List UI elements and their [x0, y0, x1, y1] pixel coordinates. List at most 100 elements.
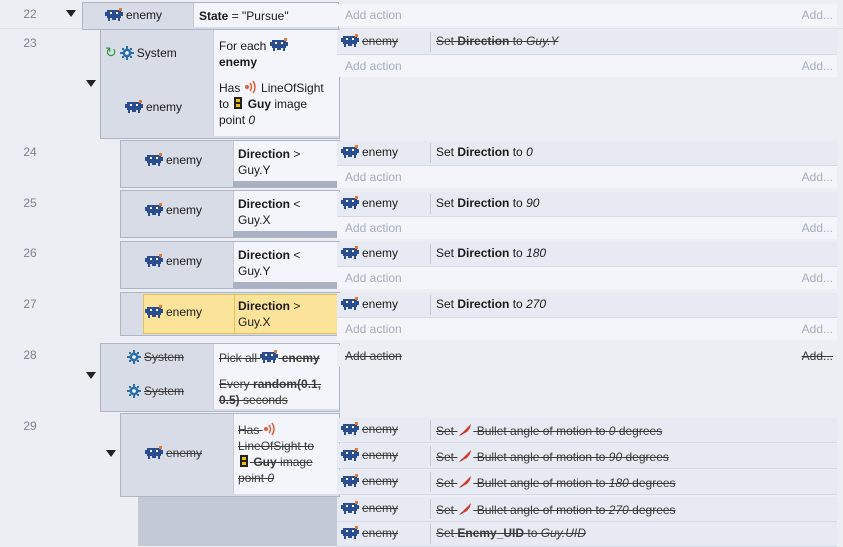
add-menu-link[interactable]: Add...: [802, 221, 833, 235]
event-22-conditions[interactable]: enemy State = "Pursue": [82, 2, 339, 30]
add-action-row[interactable]: Add action Add...: [337, 345, 837, 367]
action-row[interactable]: enemy Set Direction to 180: [337, 242, 837, 267]
object-name: enemy: [362, 246, 399, 260]
add-action-link[interactable]: Add action: [345, 349, 402, 363]
action-row[interactable]: enemy Set Direction to 90: [337, 192, 837, 217]
object-name: System: [136, 45, 177, 60]
action-row[interactable]: enemy Set Bullet angle of motion to 90 d…: [337, 444, 837, 469]
bullet-icon: [457, 501, 473, 517]
event-27-conditions[interactable]: enemy Direction > Guy.X: [120, 292, 340, 336]
add-action-row[interactable]: Add action Add...: [337, 267, 837, 289]
enemy-icon: [341, 297, 359, 311]
object-name: System: [144, 384, 185, 398]
add-action-row[interactable]: Add action Add...: [337, 4, 837, 26]
condition-text: State = "Pursue": [199, 9, 289, 23]
action-text: Set Direction to 90: [436, 196, 540, 210]
add-menu-link[interactable]: Add...: [802, 59, 833, 73]
enemy-icon: [145, 254, 163, 268]
line-of-sight-icon: [263, 422, 277, 436]
action-object: enemy: [341, 246, 398, 260]
system-condition: System: [127, 384, 184, 398]
add-menu-link[interactable]: Add...: [802, 170, 833, 184]
event-25-conditions[interactable]: enemy Direction < Guy.X: [120, 190, 340, 238]
guy-icon: [232, 96, 244, 110]
enemy-icon: [105, 8, 123, 22]
action-text: Set Bullet angle of motion to 180 degree…: [436, 476, 676, 490]
add-action-link[interactable]: Add action: [345, 8, 402, 22]
event-23-conditions[interactable]: ↻ System enemy For each enemy Has LineOf…: [100, 29, 340, 139]
action-row[interactable]: enemy Set Direction to 0: [337, 141, 837, 166]
loop-icon: ↻: [105, 44, 117, 60]
enemy-icon: [260, 350, 278, 364]
action-object: enemy: [341, 526, 398, 540]
add-menu-link[interactable]: Add...: [802, 271, 833, 285]
add-action-row[interactable]: Add action Add...: [337, 217, 837, 239]
collapse-arrow-icon[interactable]: [86, 80, 96, 87]
action-text: Set Direction to Guy.Y: [436, 34, 559, 48]
enemy-icon: [145, 153, 163, 167]
add-action-row[interactable]: Add action Add...: [337, 318, 837, 340]
system-condition: ↻ System: [105, 44, 177, 61]
add-action-link[interactable]: Add action: [345, 221, 402, 235]
add-menu-link[interactable]: Add...: [802, 322, 833, 336]
enemy-icon: [145, 446, 163, 460]
add-menu-link[interactable]: Add...: [802, 8, 833, 22]
add-action-link[interactable]: Add action: [345, 170, 402, 184]
action-row[interactable]: enemy Set Direction to Guy.Y: [337, 30, 837, 55]
gear-icon: [120, 46, 134, 60]
line-number: 28: [23, 348, 37, 362]
line-number: 29: [23, 419, 37, 433]
collapse-arrow-icon[interactable]: [86, 372, 96, 379]
event-28-conditions[interactable]: System System Pick all enemy Every rando…: [100, 343, 340, 412]
object-name: enemy: [362, 196, 399, 210]
event-29-conditions[interactable]: enemy Has LineOfSight to Guy image point…: [120, 413, 340, 497]
collapse-arrow-icon[interactable]: [106, 450, 116, 457]
enemy-icon: [341, 448, 359, 462]
add-menu-link[interactable]: Add...: [802, 349, 833, 363]
gear-icon: [127, 350, 141, 364]
object-name: enemy: [362, 34, 399, 48]
collapse-arrow-icon[interactable]: [66, 10, 76, 17]
action-row[interactable]: enemy Set Bullet angle of motion to 270 …: [337, 497, 837, 522]
enemy-condition: enemy: [125, 100, 182, 114]
condition-text: Has LineOfSight to Guy image point 0: [238, 422, 315, 485]
condition-object: enemy: [145, 446, 202, 460]
action-row[interactable]: enemy Set Bullet angle of motion to 180 …: [337, 470, 837, 495]
action-object: enemy: [341, 297, 398, 311]
gear-icon: [127, 384, 141, 398]
object-name: enemy: [362, 474, 399, 488]
add-action-link[interactable]: Add action: [345, 322, 402, 336]
action-object: enemy: [341, 501, 398, 515]
object-name: enemy: [146, 100, 183, 114]
action-text: Set Enemy_UID to Guy.UID: [436, 526, 586, 540]
line-number: 24: [23, 145, 37, 159]
condition-text: Direction < Guy.Y: [238, 248, 301, 278]
object-name: enemy: [362, 422, 399, 436]
enemy-icon: [341, 34, 359, 48]
object-name: enemy: [166, 254, 203, 268]
enemy-icon: [341, 474, 359, 488]
enemy-icon: [270, 38, 288, 52]
add-action-row[interactable]: Add action Add...: [337, 55, 837, 77]
action-row[interactable]: enemy Set Bullet angle of motion to 0 de…: [337, 418, 837, 443]
event-26-conditions[interactable]: enemy Direction < Guy.Y: [120, 241, 340, 289]
object-name: enemy: [362, 297, 399, 311]
condition-object: enemy: [145, 305, 202, 319]
line-number: 22: [23, 7, 37, 21]
action-row[interactable]: enemy Set Direction to 270: [337, 293, 837, 318]
action-object: enemy: [341, 448, 398, 462]
guy-icon: [238, 454, 250, 468]
action-row[interactable]: enemy Set Enemy_UID to Guy.UID: [337, 522, 837, 547]
event-24-conditions[interactable]: enemy Direction > Guy.Y: [120, 140, 340, 188]
add-action-link[interactable]: Add action: [345, 271, 402, 285]
condition-object: enemy: [145, 153, 202, 167]
line-number: 27: [23, 297, 37, 311]
action-object: enemy: [341, 196, 398, 210]
action-text: Set Direction to 180: [436, 246, 547, 260]
enemy-icon: [341, 145, 359, 159]
add-action-link[interactable]: Add action: [345, 59, 402, 73]
add-action-row[interactable]: Add action Add...: [337, 166, 837, 188]
line-number: 23: [23, 36, 37, 50]
condition-object: enemy: [145, 254, 202, 268]
object-name: enemy: [166, 305, 203, 319]
